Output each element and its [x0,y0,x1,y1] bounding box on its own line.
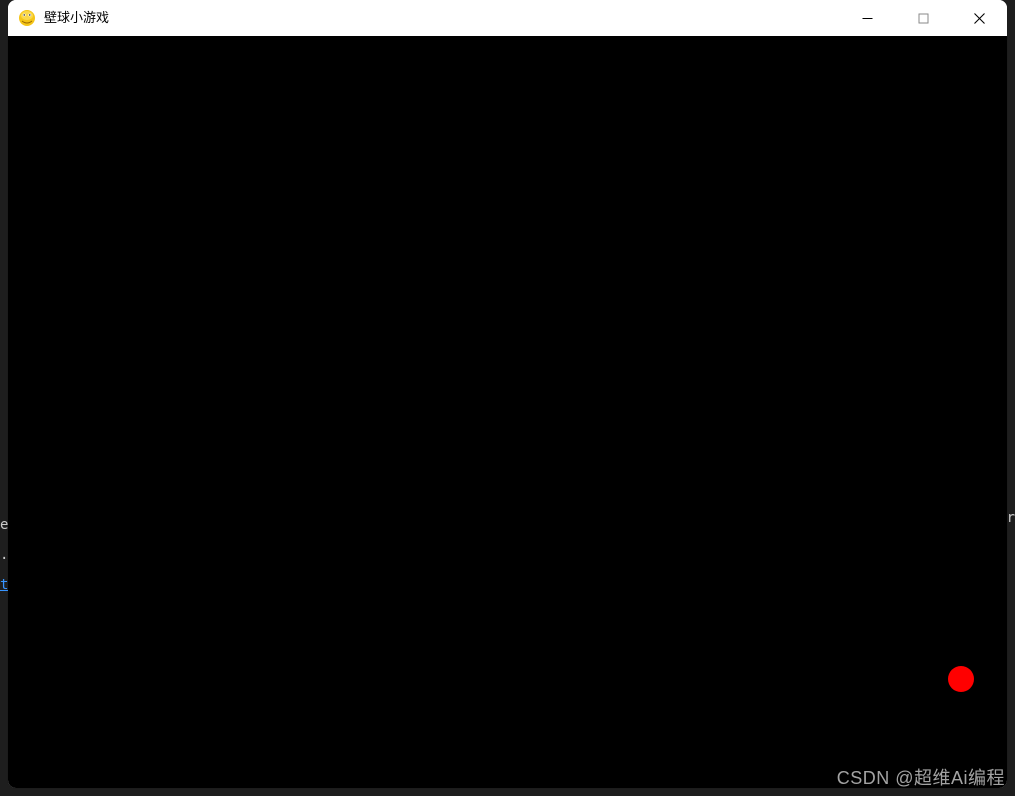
game-canvas[interactable] [8,36,1007,788]
window-title: 壁球小游戏 [44,0,109,36]
maximize-button[interactable] [895,0,951,36]
maximize-icon [918,13,929,24]
app-window: 壁球小游戏 [8,0,1007,788]
minimize-icon [862,13,873,24]
window-controls [839,0,1007,36]
title-bar-left: 壁球小游戏 [18,0,109,36]
title-bar: 壁球小游戏 [8,0,1007,36]
close-button[interactable] [951,0,1007,36]
close-icon [974,13,985,24]
pygame-snake-icon [18,9,36,27]
minimize-button[interactable] [839,0,895,36]
game-ball [948,666,974,692]
